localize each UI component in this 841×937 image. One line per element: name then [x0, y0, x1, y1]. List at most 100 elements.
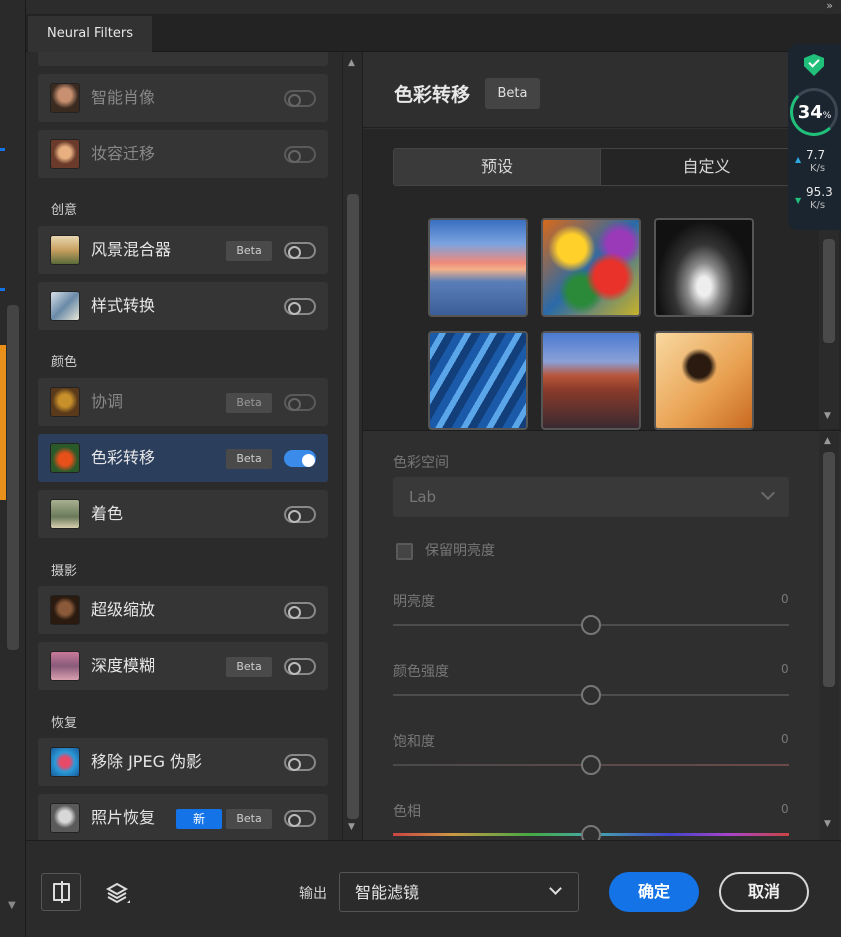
- background-scrollbar[interactable]: [7, 305, 19, 650]
- beta-badge: Beta: [485, 78, 540, 109]
- filter-toggle[interactable]: [284, 90, 316, 107]
- panel-tab-row: Neural Filters: [26, 14, 841, 52]
- filter-toggle[interactable]: [284, 394, 316, 411]
- filter-toggle[interactable]: [284, 658, 316, 675]
- filter-item-makeup-transfer[interactable]: 妆容迁移: [38, 130, 328, 178]
- download-unit: K/s: [810, 200, 826, 211]
- preset-sunset-lake[interactable]: [428, 218, 528, 317]
- slider-value-color-intensity: 0: [781, 662, 789, 676]
- output-select[interactable]: 智能滤镜: [339, 872, 579, 912]
- slider-label-hue: 色相: [393, 804, 421, 820]
- filter-toggle[interactable]: [284, 146, 316, 163]
- filter-toggle[interactable]: [284, 506, 316, 523]
- filter-item-depth-blur[interactable]: 深度模糊 Beta: [38, 642, 328, 690]
- usage-percent: 34%: [797, 102, 832, 123]
- makeup-transfer-thumbnail-icon: [50, 139, 80, 169]
- background-scroll-down-icon[interactable]: ▼: [8, 900, 16, 911]
- filter-label: 风景混合器: [91, 240, 172, 259]
- filter-title: 色彩转移: [394, 84, 471, 106]
- filter-label: 深度模糊: [91, 656, 156, 675]
- filter-label: 超级缩放: [91, 600, 156, 619]
- jpeg-artifacts-thumbnail-icon: [50, 747, 80, 777]
- filter-item-remove-jpeg-artifacts[interactable]: 移除 JPEG 伪影: [38, 738, 328, 786]
- colorize-thumbnail-icon: [50, 499, 80, 529]
- scroll-down-icon[interactable]: ▼: [348, 822, 355, 832]
- super-zoom-thumbnail-icon: [50, 595, 80, 625]
- slider-value-hue: 0: [781, 802, 789, 816]
- scroll-down-icon[interactable]: ▼: [824, 411, 831, 421]
- scrollbar-thumb[interactable]: [347, 194, 359, 819]
- filter-toggle[interactable]: [284, 242, 316, 259]
- scrollbar-thumb[interactable]: [823, 452, 835, 687]
- beta-badge: Beta: [226, 449, 272, 469]
- upload-arrow-icon: ▲: [795, 155, 802, 164]
- filter-item-super-zoom[interactable]: 超级缩放: [38, 586, 328, 634]
- beta-badge: Beta: [226, 809, 272, 829]
- filter-item-color-transfer[interactable]: 色彩转移 Beta: [38, 434, 328, 482]
- before-after-toggle-button[interactable]: [41, 873, 81, 911]
- filter-toggle[interactable]: [284, 754, 316, 771]
- filter-item-hidden[interactable]: [38, 52, 328, 66]
- preset-desert-road[interactable]: [541, 331, 641, 430]
- preset-skateboarder[interactable]: [654, 331, 754, 430]
- filter-item-style-transfer[interactable]: 样式转换: [38, 282, 328, 330]
- slider-label-saturation: 饱和度: [393, 734, 435, 750]
- photo-restoration-thumbnail-icon: [50, 803, 80, 833]
- preset-bw-cathedral[interactable]: [654, 218, 754, 317]
- tab-neural-filters[interactable]: Neural Filters: [28, 16, 152, 52]
- background-accent: [0, 288, 5, 291]
- filter-item-harmonization[interactable]: 协调 Beta: [38, 378, 328, 426]
- filter-item-landscape-mixer[interactable]: 风景混合器 Beta: [38, 226, 328, 274]
- preset-blue-feathers[interactable]: [428, 331, 528, 430]
- scroll-down-icon[interactable]: ▼: [824, 819, 831, 829]
- preset-abstract-painting[interactable]: [541, 218, 641, 317]
- filter-label: 样式转换: [91, 296, 156, 315]
- color-space-select[interactable]: Lab: [393, 477, 789, 517]
- beta-badge: Beta: [226, 241, 272, 261]
- filter-list-scrollbar[interactable]: ▲ ▼: [342, 52, 362, 840]
- presets-area: 预设 自定义: [363, 129, 841, 431]
- filter-toggle[interactable]: [284, 810, 316, 827]
- filter-label: 照片恢复: [91, 808, 156, 827]
- filter-item-colorize[interactable]: 着色: [38, 490, 328, 538]
- split-view-divider: [61, 881, 63, 903]
- section-header-photography: 摄影: [51, 564, 78, 579]
- layers-icon[interactable]: [105, 881, 131, 907]
- smart-portrait-thumbnail-icon: [50, 83, 80, 113]
- slider-value-luminance: 0: [781, 592, 789, 606]
- section-header-color: 颜色: [51, 355, 78, 370]
- scroll-up-icon[interactable]: ▲: [824, 436, 831, 446]
- slider-knob-luminance[interactable]: [581, 615, 601, 635]
- filter-toggle-on[interactable]: [284, 450, 316, 467]
- preserve-luminance-checkbox[interactable]: [396, 543, 413, 560]
- slider-label-color-intensity: 颜色强度: [393, 664, 449, 680]
- color-space-label: 色彩空间: [393, 455, 449, 471]
- slider-knob-color-intensity[interactable]: [581, 685, 601, 705]
- slider-knob-hue[interactable]: [581, 825, 601, 840]
- chevron-down-icon: [549, 882, 562, 895]
- expand-icon[interactable]: »: [826, 0, 833, 12]
- cancel-button[interactable]: 取消: [719, 872, 809, 912]
- ok-button[interactable]: 确定: [609, 872, 699, 912]
- panel-topbar: »: [26, 0, 841, 14]
- slider-value-saturation: 0: [781, 732, 789, 746]
- scrollbar-thumb[interactable]: [823, 239, 835, 343]
- settings-scrollbar[interactable]: ▲ ▼: [819, 432, 839, 840]
- filter-toggle[interactable]: [284, 298, 316, 315]
- system-monitor-widget[interactable]: 34% ▲ 7.7 K/s ▼ 95.3 K/s: [788, 44, 841, 230]
- background-image-edge: [0, 345, 6, 500]
- scroll-up-icon[interactable]: ▲: [348, 58, 355, 68]
- filter-label: 移除 JPEG 伪影: [91, 752, 203, 771]
- filter-item-smart-portrait[interactable]: 智能肖像: [38, 74, 328, 122]
- filter-toggle[interactable]: [284, 602, 316, 619]
- color-transfer-thumbnail-icon: [50, 443, 80, 473]
- background-panel: ▼: [0, 0, 26, 937]
- upload-speed: 7.7: [806, 148, 826, 162]
- slider-knob-saturation[interactable]: [581, 755, 601, 775]
- slider-label-luminance: 明亮度: [393, 594, 435, 610]
- tab-custom[interactable]: 自定义: [601, 149, 812, 185]
- filter-label: 着色: [91, 504, 124, 523]
- dialog-footer: 输出 智能滤镜 确定 取消: [26, 840, 841, 937]
- tab-preset[interactable]: 预设: [394, 149, 601, 185]
- filter-item-photo-restoration[interactable]: 照片恢复 新 Beta: [38, 794, 328, 840]
